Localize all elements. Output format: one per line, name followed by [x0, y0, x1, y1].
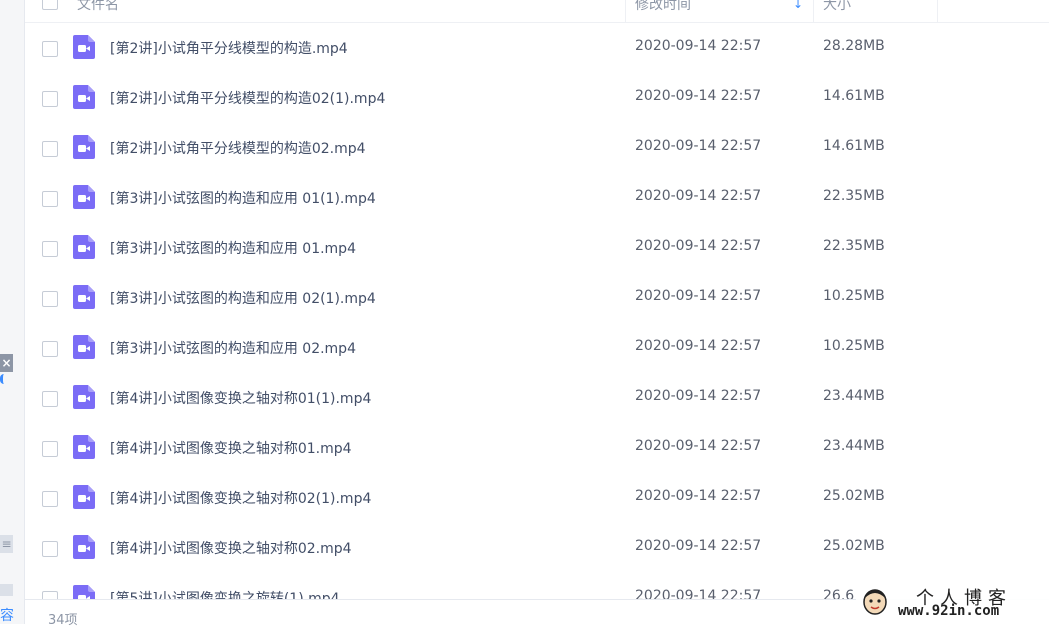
file-size: 14.61MB [823, 88, 885, 104]
column-divider [813, 0, 814, 22]
file-name[interactable]: [第2讲]小试角平分线模型的构造02(1).mp4 [110, 88, 385, 108]
file-modified-time: 2020-09-14 22:57 [635, 438, 762, 454]
video-file-icon [73, 185, 95, 209]
file-modified-time: 2020-09-14 22:57 [635, 188, 762, 204]
item-count: 34项 [48, 613, 78, 628]
file-row[interactable]: [第3讲]小试弦图的构造和应用 02(1).mp4 2020-09-14 22:5… [25, 273, 1049, 323]
file-size: 25.02MB [823, 488, 885, 504]
row-checkbox[interactable] [42, 91, 58, 107]
sort-arrow-down-icon[interactable]: ↓ [793, 0, 803, 11]
video-file-icon [73, 535, 95, 559]
row-checkbox[interactable] [42, 441, 58, 457]
sidebar-item-icon[interactable] [0, 584, 13, 596]
avatar-icon [863, 589, 887, 615]
column-divider [625, 0, 626, 22]
file-name[interactable]: [第2讲]小试角平分线模型的构造02.mp4 [110, 138, 366, 158]
watermark-url: www.92in.com [898, 603, 1000, 619]
file-name[interactable]: [第4讲]小试图像变换之轴对称01(1).mp4 [110, 388, 371, 408]
column-header-time[interactable]: 修改时间 [635, 0, 691, 16]
file-modified-time: 2020-09-14 22:57 [635, 38, 762, 54]
file-row[interactable]: [第4讲]小试图像变换之轴对称01(1).mp4 2020-09-14 22:57… [25, 373, 1049, 423]
file-name[interactable]: [第2讲]小试角平分线模型的构造.mp4 [110, 38, 348, 58]
file-size: 22.35MB [823, 188, 885, 204]
row-checkbox[interactable] [42, 191, 58, 207]
video-file-icon [73, 135, 95, 159]
row-checkbox[interactable] [42, 141, 58, 157]
file-row[interactable]: [第2讲]小试角平分线模型的构造02(1).mp4 2020-09-14 22:5… [25, 73, 1049, 123]
row-checkbox[interactable] [42, 391, 58, 407]
file-row[interactable]: [第2讲]小试角平分线模型的构造.mp4 2020-09-14 22:57 28.2… [25, 23, 1049, 73]
select-all-checkbox[interactable] [42, 0, 58, 10]
file-name[interactable]: [第4讲]小试图像变换之轴对称02(1).mp4 [110, 488, 371, 508]
file-row[interactable]: [第3讲]小试弦图的构造和应用 02.mp4 2020-09-14 22:57 10… [25, 323, 1049, 373]
file-row[interactable]: [第3讲]小试弦图的构造和应用 01.mp4 2020-09-14 22:57 22… [25, 223, 1049, 273]
video-file-icon [73, 385, 95, 409]
file-name[interactable]: [第3讲]小试弦图的构造和应用 01(1).mp4 [110, 188, 376, 208]
file-row[interactable]: [第4讲]小试图像变换之轴对称02(1).mp4 2020-09-14 22:57… [25, 473, 1049, 523]
row-checkbox[interactable] [42, 341, 58, 357]
file-modified-time: 2020-09-14 22:57 [635, 288, 762, 304]
row-checkbox[interactable] [42, 241, 58, 257]
file-size: 14.61MB [823, 138, 885, 154]
file-modified-time: 2020-09-14 22:57 [635, 538, 762, 554]
file-modified-time: 2020-09-14 22:57 [635, 388, 762, 404]
video-file-icon [73, 35, 95, 59]
video-file-icon [73, 335, 95, 359]
file-size: 23.44MB [823, 438, 885, 454]
menu-icon[interactable]: ≡ [0, 535, 13, 553]
file-size: 10.25MB [823, 338, 885, 354]
file-list-header: 文件名 修改时间 ↓ 大小 [25, 0, 1049, 23]
row-checkbox[interactable] [42, 291, 58, 307]
file-row[interactable]: [第3讲]小试弦图的构造和应用 01(1).mp4 2020-09-14 22:5… [25, 173, 1049, 223]
file-size: 22.35MB [823, 238, 885, 254]
file-modified-time: 2020-09-14 22:57 [635, 238, 762, 254]
file-modified-time: 2020-09-14 22:57 [635, 88, 762, 104]
file-name[interactable]: [第3讲]小试弦图的构造和应用 01.mp4 [110, 238, 356, 258]
chevron-icon[interactable] [0, 374, 9, 384]
close-icon[interactable]: × [0, 354, 13, 372]
sidebar-partial-label[interactable]: 容 [0, 605, 18, 625]
video-file-icon [73, 85, 95, 109]
file-modified-time: 2020-09-14 22:57 [635, 338, 762, 354]
file-size: 10.25MB [823, 288, 885, 304]
video-file-icon [73, 285, 95, 309]
row-checkbox[interactable] [42, 541, 58, 557]
video-file-icon [73, 435, 95, 459]
file-size: 23.44MB [823, 388, 885, 404]
row-checkbox[interactable] [42, 41, 58, 57]
file-row[interactable]: [第4讲]小试图像变换之轴对称02.mp4 2020-09-14 22:57 25.… [25, 523, 1049, 573]
file-name[interactable]: [第4讲]小试图像变换之轴对称01.mp4 [110, 438, 352, 458]
left-sidebar-strip: × ≡ 容 [0, 0, 25, 624]
file-modified-time: 2020-09-14 22:57 [635, 138, 762, 154]
file-row[interactable]: [第4讲]小试图像变换之轴对称01.mp4 2020-09-14 22:57 23.… [25, 423, 1049, 473]
file-modified-time: 2020-09-14 22:57 [635, 488, 762, 504]
column-divider [937, 0, 938, 22]
file-name[interactable]: [第3讲]小试弦图的构造和应用 02.mp4 [110, 338, 356, 358]
row-checkbox[interactable] [42, 491, 58, 507]
watermark: 个人博客 www.92in.com [856, 584, 1049, 624]
column-header-name[interactable]: 文件名 [77, 0, 119, 16]
column-header-size[interactable]: 大小 [823, 0, 851, 16]
file-size: 28.28MB [823, 38, 885, 54]
video-file-icon [73, 235, 95, 259]
file-name[interactable]: [第3讲]小试弦图的构造和应用 02(1).mp4 [110, 288, 376, 308]
video-file-icon [73, 485, 95, 509]
file-row[interactable]: [第2讲]小试角平分线模型的构造02.mp4 2020-09-14 22:57 14… [25, 123, 1049, 173]
file-name[interactable]: [第4讲]小试图像变换之轴对称02.mp4 [110, 538, 352, 558]
file-size: 25.02MB [823, 538, 885, 554]
